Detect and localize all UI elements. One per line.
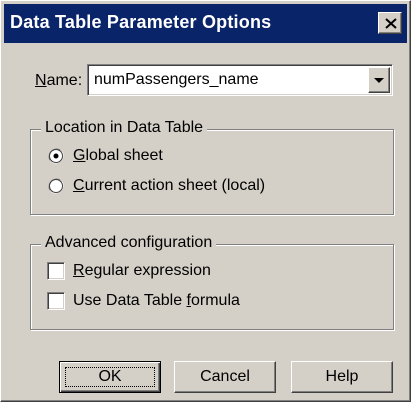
- regular-expression-label: Regular expression: [73, 262, 211, 279]
- current-action-sheet-radio[interactable]: Current action sheet (local): [47, 177, 265, 195]
- checkbox-box: [47, 292, 65, 310]
- radio-selected-icon: [48, 148, 64, 164]
- cancel-label: Cancel: [200, 368, 250, 385]
- radio-unselected-icon: [48, 178, 64, 194]
- global-sheet-radio[interactable]: Global sheet: [47, 147, 163, 165]
- dropdown-button[interactable]: [368, 67, 390, 93]
- name-combobox-value: numPassengers_name: [94, 71, 259, 88]
- location-group: Location in Data Table Global sheet Curr…: [30, 119, 394, 215]
- advanced-group-title: Advanced configuration: [41, 234, 217, 252]
- close-button[interactable]: [378, 12, 402, 34]
- current-action-sheet-label: Current action sheet (local): [73, 177, 266, 194]
- location-group-title: Location in Data Table: [41, 119, 208, 137]
- data-table-formula-checkbox[interactable]: Use Data Table formula: [47, 292, 240, 310]
- global-sheet-label: Global sheet: [73, 147, 163, 164]
- focus-ring: [65, 367, 155, 387]
- help-label: Help: [325, 368, 359, 385]
- name-label: Name:: [35, 72, 83, 89]
- name-combobox[interactable]: numPassengers_name: [87, 64, 393, 96]
- advanced-group: Advanced configuration Regular expressio…: [30, 234, 394, 330]
- dialog-window: Data Table Parameter Options Name: numPa…: [0, 0, 411, 402]
- checkbox-box: [47, 262, 65, 280]
- regular-expression-checkbox[interactable]: Regular expression: [47, 262, 211, 280]
- ok-button[interactable]: OK: [59, 361, 161, 393]
- chevron-down-icon: [374, 78, 384, 83]
- data-table-formula-label: Use Data Table formula: [73, 292, 240, 309]
- close-icon: [385, 18, 397, 29]
- title-bar[interactable]: Data Table Parameter Options: [4, 4, 407, 43]
- help-button[interactable]: Help: [291, 361, 393, 393]
- window-title: Data Table Parameter Options: [10, 12, 272, 32]
- cancel-button[interactable]: Cancel: [174, 361, 276, 393]
